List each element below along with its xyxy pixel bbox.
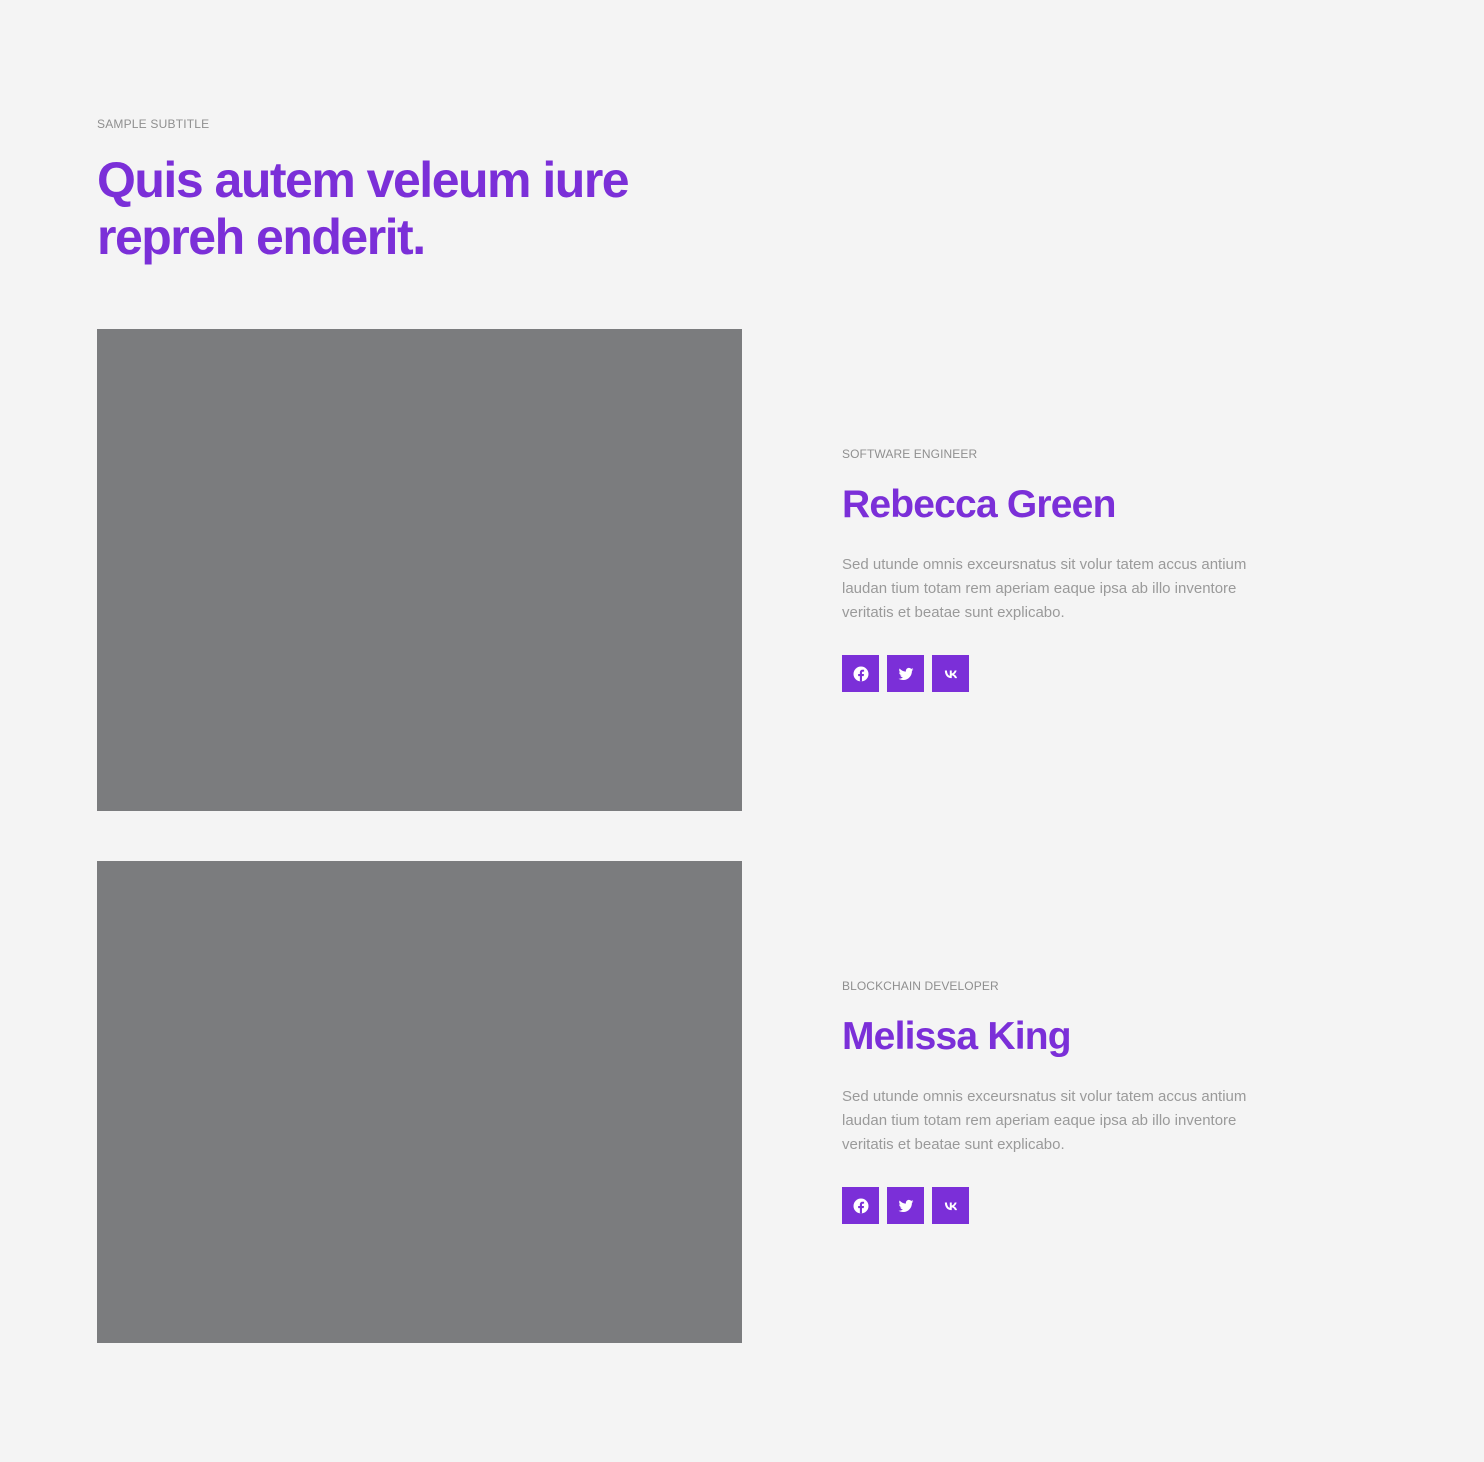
team-member-card: BLOCKCHAIN DEVELOPER Melissa King Sed ut… <box>97 861 1387 1343</box>
member-info: BLOCKCHAIN DEVELOPER Melissa King Sed ut… <box>842 979 1282 1224</box>
twitter-link[interactable] <box>887 1187 924 1224</box>
facebook-link[interactable] <box>842 655 879 692</box>
member-role: SOFTWARE ENGINEER <box>842 447 978 461</box>
twitter-icon <box>897 665 915 683</box>
member-bio: Sed utunde omnis exceursnatus sit volur … <box>842 1088 1247 1153</box>
twitter-link[interactable] <box>887 655 924 692</box>
social-links <box>842 1187 1282 1224</box>
member-bio: Sed utunde omnis exceursnatus sit volur … <box>842 556 1247 621</box>
team-member-card: SOFTWARE ENGINEER Rebecca Green Sed utun… <box>97 329 1387 811</box>
twitter-icon <box>897 1197 915 1215</box>
vk-icon <box>942 665 960 683</box>
facebook-link[interactable] <box>842 1187 879 1224</box>
vk-link[interactable] <box>932 1187 969 1224</box>
member-name: Melissa King <box>842 1015 1072 1058</box>
vk-icon <box>942 1197 960 1215</box>
member-info: SOFTWARE ENGINEER Rebecca Green Sed utun… <box>842 447 1282 692</box>
facebook-icon <box>852 1197 870 1215</box>
vk-link[interactable] <box>932 655 969 692</box>
facebook-icon <box>852 665 870 683</box>
section-subtitle: SAMPLE SUBTITLE <box>97 117 210 131</box>
member-photo <box>97 329 742 811</box>
social-links <box>842 655 1282 692</box>
member-photo <box>97 861 742 1343</box>
section-title: Quis autem veleum iure repreh enderit. <box>97 152 630 265</box>
member-name: Rebecca Green <box>842 483 1116 526</box>
member-role: BLOCKCHAIN DEVELOPER <box>842 979 999 993</box>
